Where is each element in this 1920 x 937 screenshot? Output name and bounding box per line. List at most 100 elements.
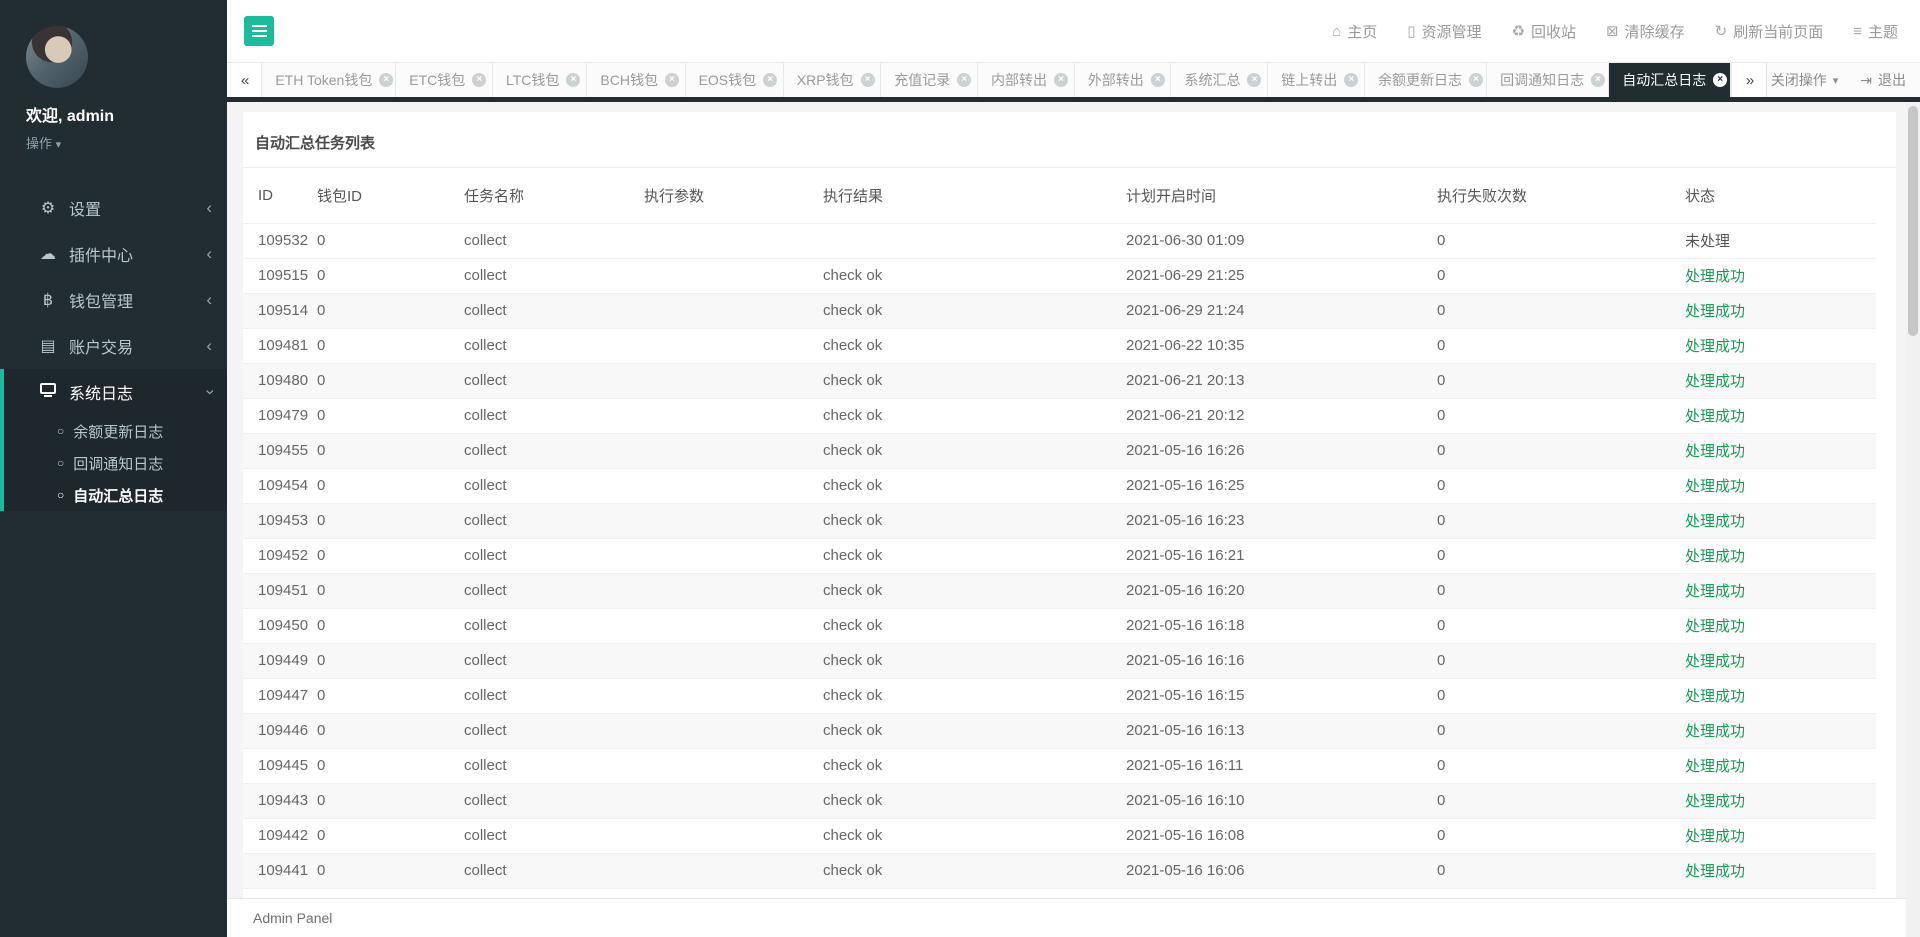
topnav-home[interactable]: ⌂ 主页 xyxy=(1332,21,1377,42)
status-cell: 处理成功 xyxy=(1670,362,1876,398)
tab-13[interactable]: 自动汇总日志 × xyxy=(1609,63,1732,97)
close-tab-icon[interactable]: × xyxy=(379,73,394,87)
tab-5[interactable]: XRP钱包 × xyxy=(783,63,882,97)
tab-1[interactable]: ETC钱包 × xyxy=(396,63,493,97)
cell-exec_params xyxy=(629,257,808,293)
status-cell: 处理成功 xyxy=(1670,817,1876,853)
cell-task_name: collect xyxy=(449,432,629,468)
tab-0[interactable]: ETH Token钱包 × xyxy=(262,63,397,97)
vertical-scrollbar[interactable] xyxy=(1906,102,1920,937)
cell-fail_count: 0 xyxy=(1422,712,1670,748)
submenu-item-balance-update-log[interactable]: ○ 余额更新日志 xyxy=(4,415,227,447)
submenu-item-callback-notify-log[interactable]: ○ 回调通知日志 xyxy=(4,447,227,479)
cell-exec_result: check ok xyxy=(808,257,1111,293)
cell-id: 109514 xyxy=(243,292,308,328)
cell-fail_count: 0 xyxy=(1422,222,1670,258)
cell-fail_count: 0 xyxy=(1422,257,1670,293)
cell-exec_params xyxy=(629,712,808,748)
tab-4[interactable]: EOS钱包 × xyxy=(685,63,784,97)
submenu-item-auto-collect-log[interactable]: ○ 自动汇总日志 xyxy=(4,479,227,511)
close-tab-icon[interactable]: × xyxy=(1591,73,1606,87)
cell-exec_result: check ok xyxy=(808,467,1111,503)
cell-exec_result: check ok xyxy=(808,362,1111,398)
cell-wallet_id: 0 xyxy=(302,432,449,468)
tab-11[interactable]: 余额更新日志 × xyxy=(1364,63,1488,97)
column-header: 状态 xyxy=(1685,187,1716,205)
close-tab-icon[interactable]: × xyxy=(566,73,581,87)
cell-planned_time: 2021-06-21 20:12 xyxy=(1111,397,1422,433)
topnav-clear-cache[interactable]: ⊠ 清除缓存 xyxy=(1606,21,1685,42)
topnav-theme[interactable]: ≡ 主题 xyxy=(1853,21,1898,42)
tab-2[interactable]: LTC钱包 × xyxy=(492,63,588,97)
tab-12[interactable]: 回调通知日志 × xyxy=(1487,63,1610,97)
tab-label: 链上转出 xyxy=(1281,72,1338,88)
scrollbar-thumb[interactable] xyxy=(1908,106,1918,336)
topnav-label: 资源管理 xyxy=(1421,23,1482,41)
tab-9[interactable]: 系统汇总 × xyxy=(1171,63,1269,97)
cell-exec_params xyxy=(629,607,808,643)
close-tab-icon[interactable]: × xyxy=(1468,73,1483,87)
topnav-recycle-bin[interactable]: ♻ 回收站 xyxy=(1512,21,1576,42)
panel-title: 自动汇总任务列表 xyxy=(243,112,1896,168)
cell-planned_time: 2021-06-21 20:13 xyxy=(1111,362,1422,398)
tab-8[interactable]: 外部转出 × xyxy=(1074,63,1172,97)
sidebar-item-account-transactions[interactable]: ▤ 账户交易 ‹ xyxy=(0,323,227,369)
topnav-resource-manager[interactable]: ▯ 资源管理 xyxy=(1407,21,1481,42)
close-tab-icon[interactable]: × xyxy=(472,73,487,87)
close-tab-icon[interactable]: × xyxy=(860,73,875,87)
status-cell: 处理成功 xyxy=(1670,432,1876,468)
table-row: 109515 0 collect check ok 2021-06-29 21:25 0 处… xyxy=(243,257,1876,293)
close-actions-dropdown[interactable]: 关闭操作 ▾ xyxy=(1771,70,1839,90)
close-tab-icon[interactable]: × xyxy=(957,73,972,87)
cell-planned_time: 2021-06-30 01:09 xyxy=(1111,222,1422,258)
status-cell: 处理成功 xyxy=(1670,537,1876,573)
close-tab-icon[interactable]: × xyxy=(1053,73,1068,87)
gears-icon: ⚙ xyxy=(40,200,56,217)
sidebar-toggle-button[interactable] xyxy=(244,16,274,46)
sidebar-item-plugin-center[interactable]: ☁ 插件中心 ‹ xyxy=(0,231,227,277)
cell-task_name: collect xyxy=(449,467,629,503)
table-row: 109480 0 collect check ok 2021-06-21 20:13 0 处… xyxy=(243,362,1876,398)
cell-planned_time: 2021-06-29 21:24 xyxy=(1111,292,1422,328)
cell-id: 109452 xyxy=(243,537,308,573)
tab-10[interactable]: 链上转出 × xyxy=(1268,63,1365,97)
table-row: 109441 0 collect check ok 2021-05-16 16:06 0 处… xyxy=(243,852,1876,888)
cell-exec_result: check ok xyxy=(808,642,1111,678)
cell-task_name: collect xyxy=(449,292,629,328)
close-tab-icon[interactable]: × xyxy=(1150,73,1165,87)
table-row: 109443 0 collect check ok 2021-05-16 16:10 0 处… xyxy=(243,782,1876,818)
tab-6[interactable]: 充值记录 × xyxy=(881,63,978,97)
cell-fail_count: 0 xyxy=(1422,432,1670,468)
sidebar-item-settings[interactable]: ⚙ 设置 ‹ xyxy=(0,185,227,231)
tabs-scroll-left-button[interactable]: « xyxy=(227,63,263,97)
tab-label: ETC钱包 xyxy=(409,72,466,88)
desktop-icon xyxy=(35,383,61,401)
cell-wallet_id: 0 xyxy=(302,747,449,783)
logout-button[interactable]: ⇥ 退出 xyxy=(1860,70,1906,90)
topnav-refresh-page[interactable]: ↻ 刷新当前页面 xyxy=(1715,21,1824,42)
refresh-icon: ↻ xyxy=(1714,23,1728,40)
cell-wallet_id: 0 xyxy=(302,257,449,293)
sidebar-item-system-logs[interactable]: 系统日志 ‹ xyxy=(4,369,227,415)
tabs-scroll-right-button[interactable]: » xyxy=(1731,63,1767,97)
cell-task_name: collect xyxy=(449,572,629,608)
cell-exec_result: check ok xyxy=(808,677,1111,713)
cell-planned_time: 2021-05-16 16:18 xyxy=(1111,607,1422,643)
task-list-panel: 自动汇总任务列表 ID 钱包ID 任务名称 执行参数 执行结果 计划开启时间 执行失败次数 状… xyxy=(243,112,1896,898)
close-tab-icon[interactable]: × xyxy=(763,73,778,87)
table-header-row: ID 钱包ID 任务名称 执行参数 执行结果 计划开启时间 执行失败次数 状态 xyxy=(243,168,1876,223)
sidebar-item-label: 设置 xyxy=(69,202,102,219)
tab-7[interactable]: 内部转出 × xyxy=(977,63,1075,97)
trash-icon: ⊠ xyxy=(1606,23,1619,40)
cell-wallet_id: 0 xyxy=(302,292,449,328)
user-action-dropdown[interactable]: 操作 ▾ xyxy=(26,133,61,152)
close-tab-icon[interactable]: × xyxy=(664,73,679,87)
close-tab-icon[interactable]: × xyxy=(1247,73,1262,87)
cell-exec_result: check ok xyxy=(808,817,1111,853)
cell-fail_count: 0 xyxy=(1422,537,1670,573)
close-tab-icon[interactable]: × xyxy=(1713,73,1728,87)
close-tab-icon[interactable]: × xyxy=(1344,73,1359,87)
sidebar-item-wallet-management[interactable]: ฿ 钱包管理 ‹ xyxy=(0,277,227,323)
tab-3[interactable]: BCH钱包 × xyxy=(587,63,686,97)
cell-planned_time: 2021-05-16 16:10 xyxy=(1111,782,1422,818)
